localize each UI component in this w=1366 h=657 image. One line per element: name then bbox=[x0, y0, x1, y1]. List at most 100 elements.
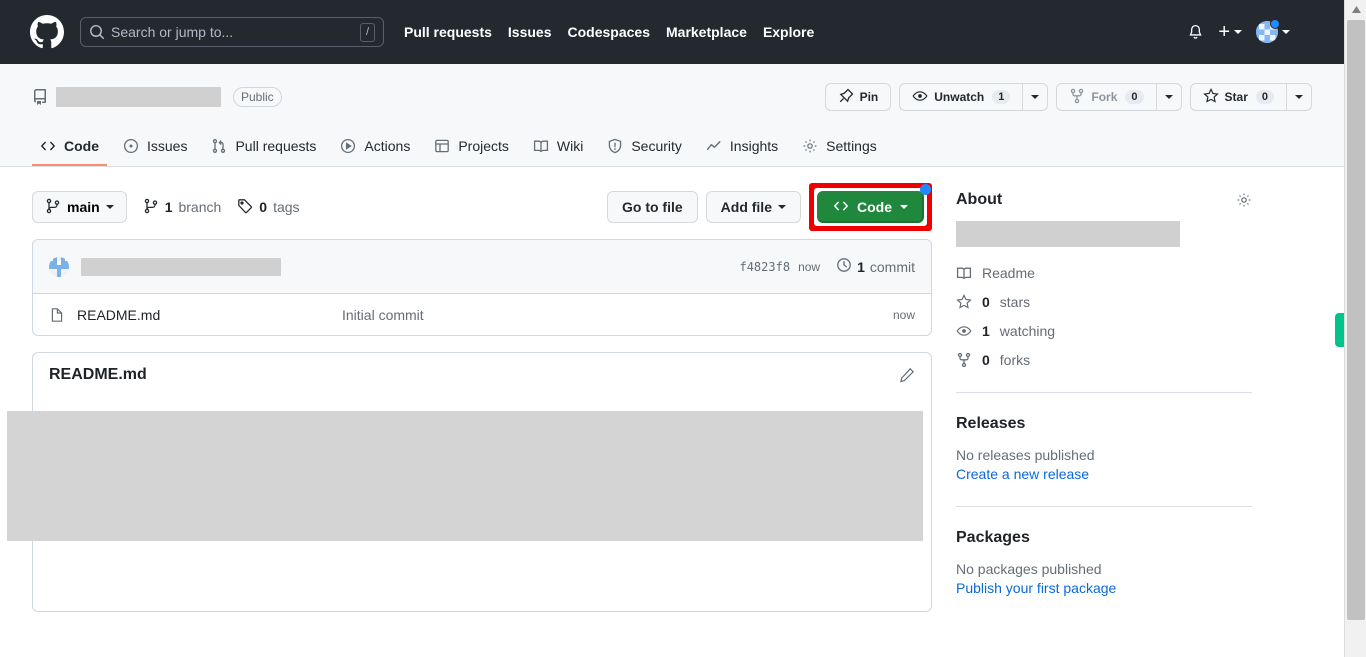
nav-pull-requests[interactable]: Pull requests bbox=[404, 24, 492, 40]
avatar-menu[interactable] bbox=[1256, 19, 1290, 43]
add-file-button[interactable]: Add file bbox=[705, 191, 801, 223]
git-branch-icon bbox=[143, 198, 159, 217]
repository-name[interactable] bbox=[56, 87, 221, 107]
fork-button[interactable]: Fork 0 bbox=[1056, 83, 1156, 111]
code-button[interactable]: Code bbox=[817, 191, 924, 223]
chevron-down-icon bbox=[1164, 95, 1173, 99]
commit-time: now bbox=[798, 259, 821, 274]
readme-card: README.md bbox=[7, 352, 932, 612]
book-icon bbox=[956, 265, 972, 281]
about-forks-link[interactable]: 0 forks bbox=[956, 352, 1252, 368]
scroll-up-arrow-icon[interactable] bbox=[1345, 0, 1366, 18]
packages-title: Packages bbox=[956, 529, 1030, 546]
releases-section: Releases No releases published Create a … bbox=[956, 415, 1252, 482]
fork-dropdown-button[interactable] bbox=[1155, 83, 1182, 111]
pin-icon bbox=[838, 88, 854, 107]
commit-meta: f4823f8 now 1 commit bbox=[739, 257, 915, 276]
about-watching-label: watching bbox=[999, 323, 1056, 339]
tab-issues[interactable]: Issues bbox=[115, 138, 195, 166]
watch-dropdown-button[interactable] bbox=[1022, 83, 1049, 111]
play-icon bbox=[340, 138, 356, 154]
new-feature-dot-icon bbox=[920, 184, 931, 195]
scrollbar-thumb[interactable] bbox=[1347, 20, 1365, 620]
tab-wiki[interactable]: Wiki bbox=[525, 138, 591, 166]
fork-label: Fork bbox=[1091, 90, 1118, 104]
file-commit-time: now bbox=[892, 307, 915, 322]
file-name[interactable]: README.md bbox=[77, 307, 342, 323]
nav-issues[interactable]: Issues bbox=[508, 24, 552, 40]
code-button-label: Code bbox=[857, 199, 892, 215]
releases-empty-text: No releases published bbox=[956, 447, 1095, 463]
commit-message[interactable] bbox=[81, 257, 281, 276]
fork-button-group: Fork 0 bbox=[1056, 83, 1182, 111]
search-input[interactable]: Search or jump to... / bbox=[80, 17, 384, 47]
bell-icon[interactable] bbox=[1187, 24, 1204, 41]
code-button-highlight-annotation: Code bbox=[809, 183, 932, 231]
publish-package-link[interactable]: Publish your first package bbox=[956, 580, 1252, 596]
tab-code[interactable]: Code bbox=[32, 138, 107, 166]
repository-body: main 1 branch 0 tags Go to file Add file… bbox=[0, 167, 1344, 612]
star-dropdown-button[interactable] bbox=[1286, 83, 1312, 111]
unwatch-button[interactable]: Unwatch 1 bbox=[899, 83, 1023, 111]
branch-selector-button[interactable]: main bbox=[32, 191, 127, 223]
tab-actions-label: Actions bbox=[364, 138, 411, 154]
nav-marketplace[interactable]: Marketplace bbox=[666, 24, 747, 40]
file-commit-message[interactable]: Initial commit bbox=[342, 307, 893, 323]
repository-title-row: Public Pin Unwatch 1 Fork 0 Star 0 bbox=[32, 80, 1312, 114]
nav-explore[interactable]: Explore bbox=[763, 24, 814, 40]
nav-codespaces[interactable]: Codespaces bbox=[568, 24, 650, 40]
repo-icon bbox=[32, 89, 48, 105]
tags-count: 0 bbox=[259, 199, 268, 215]
about-readme-link[interactable]: Readme bbox=[956, 265, 1252, 281]
pencil-icon[interactable] bbox=[899, 367, 915, 383]
commit-history-link[interactable]: 1 commit bbox=[836, 257, 915, 276]
tags-link[interactable]: 0 tags bbox=[237, 198, 300, 217]
gear-icon[interactable] bbox=[1236, 192, 1252, 208]
tab-insights[interactable]: Insights bbox=[698, 138, 786, 166]
go-to-file-button[interactable]: Go to file bbox=[606, 191, 698, 223]
commit-sha[interactable]: f4823f8 bbox=[739, 260, 790, 274]
header-actions: + bbox=[1187, 19, 1328, 43]
tab-projects-label: Projects bbox=[458, 138, 509, 154]
create-new-button[interactable]: + bbox=[1218, 22, 1242, 42]
star-button-group: Star 0 bbox=[1189, 83, 1312, 111]
tab-pull-requests[interactable]: Pull requests bbox=[203, 138, 324, 166]
star-icon bbox=[956, 294, 972, 310]
visibility-badge: Public bbox=[233, 87, 282, 107]
commit-count-value: 1 bbox=[857, 258, 865, 275]
star-count: 0 bbox=[1255, 90, 1274, 104]
about-watching-link[interactable]: 1 watching bbox=[956, 323, 1252, 339]
tab-actions[interactable]: Actions bbox=[332, 138, 418, 166]
code-icon bbox=[833, 198, 849, 217]
fork-icon bbox=[1069, 88, 1085, 107]
packages-section: Packages No packages published Publish y… bbox=[956, 529, 1252, 596]
about-stars-link[interactable]: 0 stars bbox=[956, 294, 1252, 310]
side-widget-tab[interactable] bbox=[1335, 313, 1344, 347]
star-button[interactable]: Star 0 bbox=[1189, 83, 1286, 111]
about-readme-label: Readme bbox=[982, 265, 1035, 281]
tab-settings[interactable]: Settings bbox=[794, 138, 885, 166]
table-row[interactable]: README.md Initial commit now bbox=[33, 294, 931, 335]
shield-icon bbox=[607, 138, 623, 154]
book-icon bbox=[533, 138, 549, 154]
divider bbox=[956, 506, 1252, 507]
browser-scrollbar[interactable] bbox=[1344, 0, 1366, 657]
tab-projects[interactable]: Projects bbox=[426, 138, 517, 166]
global-nav: Pull requests Issues Codespaces Marketpl… bbox=[404, 24, 814, 40]
latest-commit-row: f4823f8 now 1 commit bbox=[33, 240, 931, 294]
chevron-down-icon bbox=[1295, 95, 1303, 99]
search-shortcut-key: / bbox=[359, 22, 375, 42]
branches-link[interactable]: 1 branch bbox=[143, 198, 221, 217]
github-mark-icon[interactable] bbox=[30, 15, 64, 49]
pin-button[interactable]: Pin bbox=[824, 83, 892, 111]
page-viewport: Search or jump to... / Pull requests Iss… bbox=[0, 0, 1344, 657]
unwatch-label: Unwatch bbox=[934, 90, 985, 104]
releases-title: Releases bbox=[956, 415, 1026, 432]
star-icon bbox=[1202, 87, 1219, 107]
readme-header: README.md bbox=[33, 353, 931, 397]
eye-icon bbox=[912, 88, 928, 107]
create-release-link[interactable]: Create a new release bbox=[956, 466, 1252, 482]
tab-security[interactable]: Security bbox=[599, 138, 690, 166]
identicon-avatar bbox=[49, 256, 69, 277]
file-icon bbox=[49, 307, 65, 323]
